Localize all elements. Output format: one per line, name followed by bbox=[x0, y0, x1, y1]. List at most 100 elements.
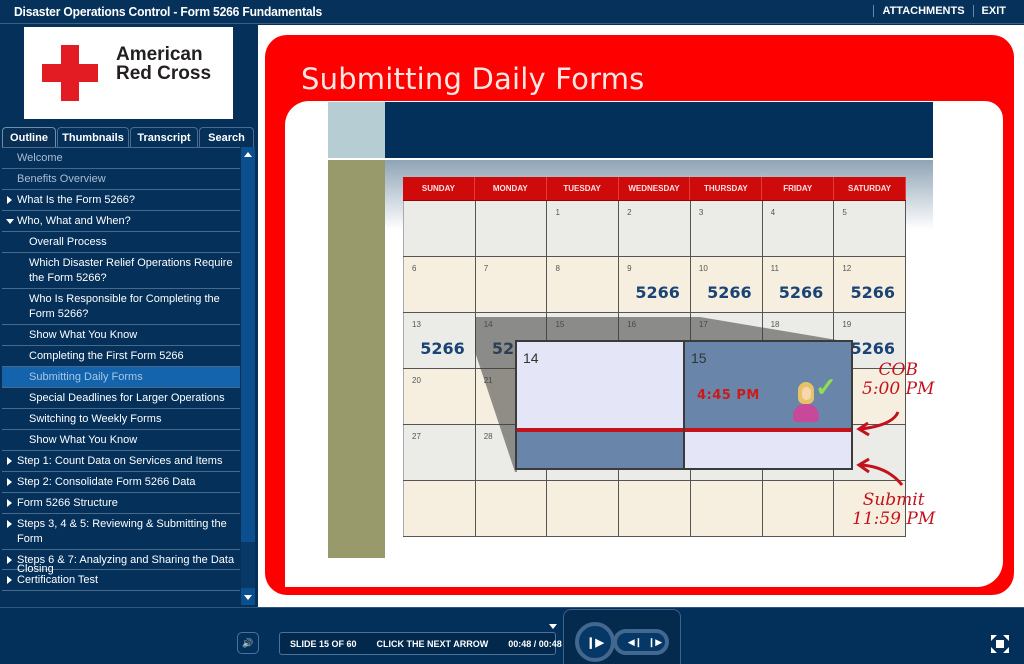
outline-item[interactable]: Special Deadlines for Larger Operations bbox=[2, 388, 240, 409]
calendar-week-row: 6 7 8 9 5266 10 5266 11 5266 12 5266 bbox=[403, 257, 907, 313]
submit-time: 11:59 PM bbox=[852, 509, 936, 529]
outline-item[interactable]: Form 5266 Structure bbox=[2, 493, 240, 514]
calendar-date: 14 bbox=[483, 320, 493, 329]
calendar-day-header: FRIDAY bbox=[762, 177, 835, 200]
calendar-cell: 10 5266 bbox=[691, 257, 763, 312]
calendar-cell: 5 bbox=[834, 201, 907, 256]
form-5266-label: 5266 bbox=[635, 283, 680, 302]
outline-item[interactable]: Step 2: Consolidate Form 5266 Data bbox=[2, 472, 240, 493]
divider bbox=[873, 5, 875, 17]
outline-item[interactable]: Steps 6 & 7: Analyzing and Sharing the D… bbox=[2, 550, 240, 575]
outline-scrollbar[interactable] bbox=[241, 147, 255, 605]
logo-line-2: Red Cross bbox=[116, 63, 212, 84]
tab-thumbnails[interactable]: Thumbnails bbox=[57, 127, 129, 147]
slide-info-bar: SLIDE 15 OF 60 CLICK THE NEXT ARROW 00:4… bbox=[279, 624, 562, 655]
outline-item[interactable]: Certification Test bbox=[2, 570, 240, 591]
outline-item[interactable]: Overall Process bbox=[2, 232, 240, 253]
outline-item[interactable]: Welcome bbox=[2, 148, 240, 169]
calendar-date: 21 bbox=[483, 376, 493, 385]
collapsed-triangle-icon[interactable] bbox=[7, 499, 12, 507]
collapsed-triangle-icon[interactable] bbox=[7, 196, 12, 204]
calendar-cell: 27 bbox=[403, 425, 476, 480]
outline-item-label: Form 5266 Structure bbox=[17, 497, 118, 509]
calendar-graphic: SUNDAY MONDAY TUESDAY WEDNESDAY THURSDAY FRID… bbox=[328, 102, 933, 560]
outline-item[interactable]: Which Disaster Relief Operations Require… bbox=[2, 253, 240, 289]
calendar-cell: 11 5266 bbox=[763, 257, 835, 312]
outline-item[interactable]: Show What You Know bbox=[2, 430, 240, 451]
decor-block-olive bbox=[328, 160, 385, 558]
title-bar: Disaster Operations Control - Form 5266 … bbox=[0, 0, 1024, 24]
tab-search[interactable]: Search bbox=[199, 127, 254, 147]
outline-item[interactable]: Step 1: Count Data on Services and Items bbox=[2, 451, 240, 472]
calendar-date: 6 bbox=[412, 264, 417, 273]
outline-item-label: Steps 3, 4 & 5: Reviewing & Submitting t… bbox=[17, 518, 227, 545]
outline-item[interactable]: What Is the Form 5266? bbox=[2, 190, 240, 211]
submit-annotation: Submit 11:59 PM bbox=[852, 491, 935, 529]
calendar-cell: 12 5266 bbox=[834, 257, 907, 312]
outline-item[interactable]: Show What You Know bbox=[2, 325, 240, 346]
calendar-cell bbox=[403, 201, 476, 256]
outline-item[interactable]: Who, What and When? bbox=[2, 211, 240, 232]
form-5266-label: 5266 bbox=[850, 283, 896, 302]
calendar-week-row: 1 2 3 4 5 bbox=[403, 201, 907, 257]
calendar-cell: 7 bbox=[476, 257, 548, 312]
calendar-date: 12 bbox=[842, 264, 852, 273]
instruction-text: CLICK THE NEXT ARROW bbox=[376, 638, 489, 649]
zoomed-day-15: 15 4:45 PM ✓ bbox=[685, 342, 851, 468]
player-controls: 🔊 SLIDE 15 OF 60 CLICK THE NEXT ARROW 00… bbox=[0, 607, 1024, 664]
calendar-day-header: SATURDAY bbox=[834, 177, 907, 200]
calendar-date: 2 bbox=[627, 208, 632, 217]
cob-label: COB bbox=[878, 360, 918, 380]
expanded-triangle-icon[interactable] bbox=[6, 219, 14, 224]
calendar-date: 9 bbox=[627, 264, 632, 273]
fullscreen-button[interactable] bbox=[988, 632, 1012, 656]
play-pause-button[interactable]: ❙▶ bbox=[575, 622, 615, 662]
calendar-date: 20 bbox=[412, 376, 421, 385]
previous-slide-button[interactable]: ◀❙ bbox=[628, 637, 642, 648]
calendar-cell: 1 bbox=[547, 201, 620, 256]
calendar-day-header: MONDAY bbox=[475, 177, 547, 200]
slide-nav-pill: ◀❙ ❙▶ bbox=[613, 629, 669, 655]
calendar-day-header: WEDNESDAY bbox=[619, 177, 691, 200]
attachments-link[interactable]: ATTACHMENTS bbox=[882, 5, 964, 17]
scroll-thumb[interactable] bbox=[241, 542, 255, 588]
form-5266-label: 5266 bbox=[420, 339, 465, 358]
collapsed-triangle-icon[interactable] bbox=[7, 556, 12, 564]
exit-link[interactable]: EXIT bbox=[982, 5, 1006, 17]
collapsed-triangle-icon[interactable] bbox=[7, 478, 12, 486]
tab-transcript[interactable]: Transcript bbox=[130, 127, 198, 147]
outline-list: Welcome Benefits Overview What Is the Form… bbox=[2, 147, 240, 605]
outline-item-label: Show What You Know bbox=[29, 434, 138, 446]
elapsed-time: 00:48 / 00:48 bbox=[508, 638, 562, 649]
decor-block-lightblue bbox=[328, 102, 385, 158]
slide-title: Submitting Daily Forms bbox=[301, 62, 645, 96]
form-5266-label: 5266 bbox=[778, 283, 824, 302]
next-slide-button[interactable]: ❙▶ bbox=[648, 637, 662, 648]
logo-text: American Red Cross bbox=[116, 45, 211, 83]
cob-time: 5:00 PM bbox=[862, 379, 935, 399]
outline-item-label: Switching to Weekly Forms bbox=[29, 413, 162, 425]
info-dropdown-caret-icon[interactable] bbox=[549, 624, 557, 629]
outline-item[interactable]: Benefits Overview bbox=[2, 169, 240, 190]
calendar-cell: 13 5266 bbox=[403, 313, 476, 368]
calendar-date: 7 bbox=[483, 264, 489, 273]
calendar-cell bbox=[619, 481, 691, 536]
scroll-up-arrow-icon[interactable] bbox=[244, 152, 252, 157]
course-player: Disaster Operations Control - Form 5266 … bbox=[0, 0, 1024, 664]
outline-item[interactable]: Steps 3, 4 & 5: Reviewing & Submitting t… bbox=[2, 514, 240, 550]
outline-item[interactable]: Switching to Weekly Forms bbox=[2, 409, 240, 430]
zoomed-day-number: 14 bbox=[523, 350, 539, 366]
scroll-down-arrow-icon[interactable] bbox=[244, 595, 252, 600]
volume-button[interactable]: 🔊 bbox=[237, 632, 259, 654]
calendar-cell: 2 bbox=[619, 201, 691, 256]
outline-item[interactable]: Submitting Daily Forms bbox=[2, 367, 240, 388]
calendar-date: 18 bbox=[770, 320, 780, 329]
collapsed-triangle-icon[interactable] bbox=[7, 457, 12, 465]
collapsed-triangle-icon[interactable] bbox=[7, 520, 12, 528]
outline-item[interactable]: Completing the First Form 5266 bbox=[2, 346, 240, 367]
zoomed-day-number: 15 bbox=[691, 350, 707, 366]
tab-outline[interactable]: Outline bbox=[2, 127, 56, 147]
collapsed-triangle-icon[interactable] bbox=[7, 576, 12, 584]
calendar-date: 17 bbox=[698, 320, 708, 329]
outline-item[interactable]: Who Is Responsible for Completing the Fo… bbox=[2, 289, 240, 325]
